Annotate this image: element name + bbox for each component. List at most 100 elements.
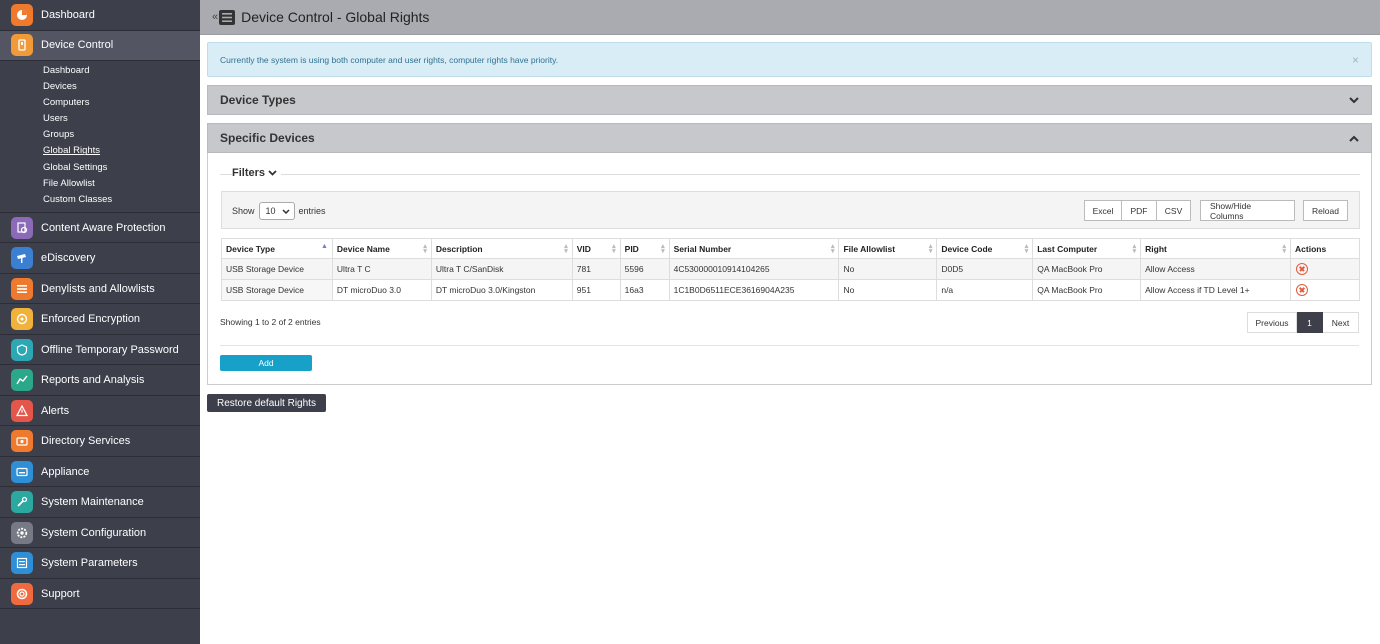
- submenu-item-computers[interactable]: Computers: [0, 95, 200, 111]
- table-info: Showing 1 to 2 of 2 entries: [220, 317, 321, 327]
- add-button[interactable]: Add: [220, 355, 312, 371]
- collapse-sidebar-toggle[interactable]: «: [212, 9, 236, 25]
- column-header-right[interactable]: Right ▴ ▾: [1140, 238, 1292, 259]
- restore-default-rights-button[interactable]: Restore default Rights: [207, 394, 326, 412]
- sidebar-item-device-control[interactable]: Device Control: [0, 30, 200, 61]
- sidebar-item-system-configuration[interactable]: System Configuration: [0, 518, 200, 549]
- sidebar-item-label: Support: [41, 587, 80, 600]
- filters-toggle[interactable]: Filters: [232, 167, 282, 179]
- sidebar-item-appliance[interactable]: Appliance: [0, 457, 200, 488]
- cell-vid: 951: [571, 279, 621, 301]
- cell-description: DT microDuo 3.0/Kingston: [430, 279, 573, 301]
- specific-devices-panel-header[interactable]: Specific Devices: [207, 123, 1372, 153]
- table-toolbar: Show 10 entries Excel PDF CSV Show/Hide …: [221, 191, 1360, 229]
- entries-value: 10: [265, 206, 276, 216]
- page-1-button[interactable]: 1: [1297, 312, 1323, 333]
- submenu-item-groups[interactable]: Groups: [0, 127, 200, 143]
- table-row[interactable]: USB Storage Device Ultra T C Ultra T C/San…: [221, 258, 1360, 280]
- sidebar-item-label: Content Aware Protection: [41, 221, 166, 234]
- show-label: Show: [232, 206, 255, 216]
- device-control-icon: [11, 34, 33, 57]
- table-header-row: Device Type ▲ Device Name ▴ ▾ Description ▴ ▾ VI…: [221, 238, 1360, 259]
- sidebar-item-support[interactable]: Support: [0, 579, 200, 610]
- sidebar-item-ediscovery[interactable]: eDiscovery: [0, 243, 200, 274]
- sidebar-item-label: Appliance: [41, 465, 90, 478]
- cell-device-type: USB Storage Device: [221, 258, 333, 280]
- sidebar-item-system-parameters[interactable]: System Parameters: [0, 548, 200, 579]
- column-header-last-computer[interactable]: Last Computer ▴ ▾: [1032, 238, 1142, 259]
- table-row[interactable]: USB Storage Device DT microDuo 3.0 DT micr…: [221, 279, 1360, 301]
- device-control-submenu: Dashboard Devices Computers Users Groups Glob…: [0, 61, 200, 213]
- ediscovery-icon: [11, 247, 33, 270]
- delete-icon[interactable]: [1296, 284, 1309, 296]
- column-header-label: Actions: [1295, 243, 1327, 254]
- column-header-device-type[interactable]: Device Type ▲: [221, 238, 333, 259]
- alert-text: Currently the system is using both compu…: [220, 54, 559, 65]
- sidebar-item-content-aware-protection[interactable]: Content Aware Protection: [0, 213, 200, 244]
- submenu-item-devices[interactable]: Devices: [0, 79, 200, 95]
- column-header-label: Serial Number: [673, 243, 732, 254]
- sidebar-item-enforced-encryption[interactable]: Enforced Encryption: [0, 304, 200, 335]
- parameters-icon: [11, 552, 33, 575]
- submenu-item-file-allowlist[interactable]: File Allowlist: [0, 176, 200, 192]
- previous-page-button[interactable]: Previous: [1247, 312, 1297, 333]
- lists-icon: [11, 277, 33, 300]
- filters-divider: [220, 174, 1360, 175]
- page-header: « Device Control - Global Rights: [200, 0, 1380, 35]
- cell-serial-number: 4C530000010914104265: [668, 258, 840, 280]
- cell-right: Allow Access: [1140, 258, 1292, 280]
- sidebar-item-label: System Parameters: [41, 557, 138, 570]
- show-hide-group: Show/Hide Columns: [1200, 200, 1295, 221]
- sidebar-item-label: System Configuration: [41, 526, 147, 539]
- column-header-description[interactable]: Description ▴ ▾: [430, 238, 573, 259]
- column-header-device-name[interactable]: Device Name ▴ ▾: [331, 238, 432, 259]
- sidebar-item-dashboard[interactable]: Dashboard: [0, 0, 200, 31]
- filters-label: Filters: [232, 167, 266, 179]
- appliance-icon: [11, 460, 33, 483]
- sidebar-item-label: Denylists and Allowlists: [41, 282, 155, 295]
- sidebar-item-denylists-and-allowlists[interactable]: Denylists and Allowlists: [0, 274, 200, 305]
- excel-button[interactable]: Excel: [1084, 200, 1122, 221]
- cell-file-allowlist: No: [838, 258, 938, 280]
- delete-icon[interactable]: [1296, 263, 1309, 275]
- column-header-label: Right: [1145, 243, 1167, 254]
- submenu-item-dashboard[interactable]: Dashboard: [0, 63, 200, 79]
- sidebar-item-label: Offline Temporary Password: [41, 343, 179, 356]
- column-header-pid[interactable]: PID ▴ ▾: [619, 238, 670, 259]
- pdf-button[interactable]: PDF: [1122, 200, 1157, 221]
- entries-select[interactable]: 10: [258, 202, 295, 220]
- content-aware-icon: [11, 216, 33, 239]
- support-icon: [11, 582, 33, 605]
- column-header-device-code[interactable]: Device Code ▴ ▾: [936, 238, 1034, 259]
- sidebar-item-offline-temporary-password[interactable]: Offline Temporary Password: [0, 335, 200, 366]
- sidebar-item-alerts[interactable]: Alerts: [0, 396, 200, 427]
- cell-device-type: USB Storage Device: [221, 279, 333, 301]
- device-types-panel-header[interactable]: Device Types: [207, 85, 1372, 115]
- reports-icon: [11, 369, 33, 392]
- submenu-item-users[interactable]: Users: [0, 111, 200, 127]
- sidebar-item-reports-and-analysis[interactable]: Reports and Analysis: [0, 365, 200, 396]
- submenu-item-global-rights[interactable]: Global Rights: [0, 143, 200, 159]
- column-header-file-allowlist[interactable]: File Allowlist ▴ ▾: [838, 238, 938, 259]
- submenu-item-global-settings[interactable]: Global Settings: [0, 160, 200, 176]
- next-page-button[interactable]: Next: [1323, 312, 1359, 333]
- column-header-label: Device Name: [336, 243, 390, 254]
- column-header-actions[interactable]: Actions: [1290, 238, 1360, 259]
- show-hide-columns-button[interactable]: Show/Hide Columns: [1200, 200, 1295, 221]
- column-header-serial-number[interactable]: Serial Number ▴ ▾: [668, 238, 840, 259]
- entries-label: entries: [298, 206, 326, 216]
- csv-button[interactable]: CSV: [1157, 200, 1191, 221]
- sort-icon: ▴ ▾: [564, 243, 568, 255]
- reload-button[interactable]: Reload: [1303, 200, 1348, 221]
- sidebar-item-system-maintenance[interactable]: System Maintenance: [0, 487, 200, 518]
- alert-close-icon[interactable]: ×: [1352, 53, 1359, 67]
- sidebar-item-directory-services[interactable]: Directory Services: [0, 426, 200, 457]
- configuration-icon: [11, 521, 33, 544]
- double-chevron-left-icon: «: [212, 11, 219, 23]
- submenu-item-custom-classes[interactable]: Custom Classes: [0, 192, 200, 208]
- directory-icon: [11, 430, 33, 453]
- chevron-down-icon: [281, 208, 290, 214]
- cell-last-computer: QA MacBook Pro: [1032, 279, 1142, 301]
- sidebar-item-label: Alerts: [41, 404, 70, 417]
- column-header-vid[interactable]: VID ▴ ▾: [571, 238, 621, 259]
